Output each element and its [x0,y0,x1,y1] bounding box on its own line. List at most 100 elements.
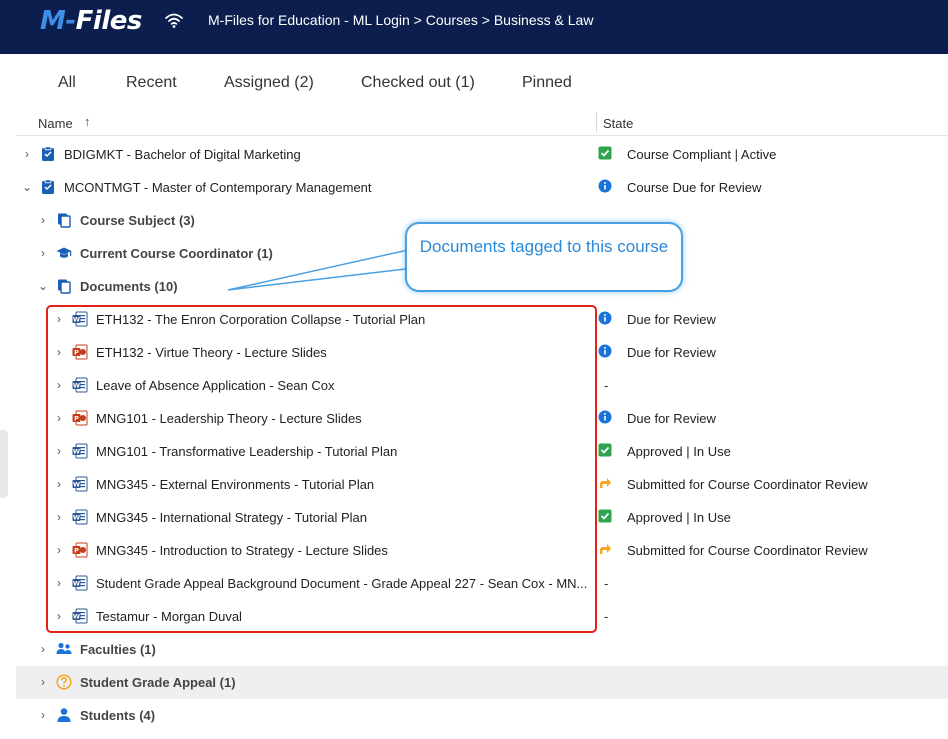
forward-arrow-icon [600,544,611,554]
chevron-down-icon[interactable]: ⌄ [21,180,33,194]
word-icon: W [72,509,88,525]
row-label: ETH132 - The Enron Corporation Collapse … [96,312,426,327]
chevron-down-icon[interactable]: ⌄ [37,279,49,293]
row-label: Students (4) [80,708,156,723]
svg-text:W: W [73,514,80,522]
chevron-right-icon[interactable]: › [37,675,49,689]
tree-row-mcontmgt[interactable]: ⌄ MCONTMGT - Master of Contemporary Mana… [16,171,948,204]
row-label: MNG345 - External Environments - Tutoria… [96,477,375,492]
chevron-right-icon[interactable]: › [37,708,49,722]
row-label: BDIGMKT - Bachelor of Digital Marketing [64,147,301,162]
tree-row-document[interactable]: › W Testamur - Morgan Duval - [16,600,948,633]
forward-arrow-icon [600,478,611,488]
row-state: Due for Review [627,411,716,426]
row-label: ETH132 - Virtue Theory - Lecture Slides [96,345,327,360]
row-label: Course Subject (3) [80,213,195,228]
wifi-icon [165,13,183,28]
tree-row-document[interactable]: › W MNG345 - External Environments - Tut… [16,468,948,501]
row-label: Faculties (1) [80,642,156,657]
powerpoint-icon: P [72,410,88,426]
info-icon [598,311,612,325]
m-files-logo[interactable]: M-Files [40,6,142,36]
breadcrumb[interactable]: M-Files for Education - ML Login > Cours… [208,12,593,28]
tree-row-document[interactable]: › W ETH132 - The Enron Corporation Colla… [16,303,948,336]
tree-row-document[interactable]: › W MNG101 - Transformative Leadership -… [16,435,948,468]
word-icon: W [72,311,88,327]
powerpoint-icon: P [72,344,88,360]
svg-text:W: W [73,382,80,390]
chevron-right-icon[interactable]: › [53,345,65,359]
row-state: Course Due for Review [627,180,762,195]
row-label: Documents (10) [80,279,178,294]
annotation-callout: Documents tagged to this course [405,222,683,292]
people-icon [56,642,72,654]
chevron-right-icon[interactable]: › [53,411,65,425]
tab-all[interactable]: All [58,74,76,92]
tree-row-bdigmkt[interactable]: › BDIGMKT - Bachelor of Digital Marketin… [16,138,948,171]
question-circle-icon [56,674,72,690]
chevron-right-icon[interactable]: › [53,378,65,392]
person-icon [57,708,71,722]
top-bar: M-Files M-Files for Education - ML Login… [0,0,948,54]
tree-row-document[interactable]: › P MNG101 - Leadership Theory - Lecture… [16,402,948,435]
svg-text:W: W [73,580,80,588]
row-label: MNG345 - International Strategy - Tutori… [96,510,367,525]
word-icon: W [72,575,88,591]
tree-row-document[interactable]: › P ETH132 - Virtue Theory - Lecture Sli… [16,336,948,369]
chevron-right-icon[interactable]: › [53,510,65,524]
graduation-cap-icon [56,247,72,258]
column-name-header[interactable]: Name [38,116,73,131]
tree-row-faculties[interactable]: › Faculties (1) [16,633,948,666]
tab-assigned[interactable]: Assigned (2) [224,74,314,92]
tree-row-document[interactable]: › W Leave of Absence Application - Sean … [16,369,948,402]
svg-text:W: W [73,448,80,456]
tree-row-students[interactable]: › Students (4) [16,699,948,732]
word-icon: W [72,476,88,492]
svg-text:P: P [74,349,79,357]
row-state: Submitted for Course Coordinator Review [627,477,868,492]
svg-text:W: W [73,316,80,324]
row-label: Leave of Absence Application - Sean Cox [96,378,335,393]
tree-row-document[interactable]: › W MNG345 - International Strategy - Tu… [16,501,948,534]
course-icon [42,179,54,194]
row-label: Testamur - Morgan Duval [96,609,242,624]
column-separator[interactable] [596,112,597,132]
column-state-header[interactable]: State [603,116,633,131]
svg-text:P: P [74,415,79,423]
word-icon: W [72,377,88,393]
info-icon [598,344,612,358]
copy-icon [58,279,71,294]
row-state: Approved | In Use [627,444,731,459]
chevron-right-icon[interactable]: › [53,576,65,590]
chevron-right-icon[interactable]: › [53,312,65,326]
tab-recent[interactable]: Recent [126,74,177,92]
row-state-empty: - [604,609,609,624]
row-state: Approved | In Use [627,510,731,525]
info-icon [598,410,612,424]
chevron-right-icon[interactable]: › [37,642,49,656]
chevron-right-icon[interactable]: › [53,444,65,458]
info-icon [598,179,612,193]
tree-row-document[interactable]: › P MNG345 - Introduction to Strategy - … [16,534,948,567]
row-state-empty: - [604,576,609,591]
sidebar-collapse-tab[interactable] [0,430,8,498]
check-icon [598,146,612,160]
row-state: Course Compliant | Active [627,147,777,162]
chevron-right-icon[interactable]: › [37,246,49,260]
svg-text:W: W [73,613,80,621]
tree-row-student-grade-appeal[interactable]: › Student Grade Appeal (1) [16,666,948,699]
tab-pinned[interactable]: Pinned [522,74,572,92]
word-icon: W [72,443,88,459]
chevron-right-icon[interactable]: › [37,213,49,227]
row-label: MCONTMGT - Master of Contemporary Manage… [64,180,372,195]
arrow-up-icon[interactable]: ↑ [84,114,91,129]
chevron-right-icon[interactable]: › [53,543,65,557]
chevron-right-icon[interactable]: › [53,477,65,491]
chevron-right-icon[interactable]: › [21,147,33,161]
row-state-empty: - [604,378,609,393]
tab-checked-out[interactable]: Checked out (1) [361,74,475,92]
view-tabs: All Recent Assigned (2) Checked out (1) … [0,70,948,98]
tree-row-document[interactable]: › W Student Grade Appeal Background Docu… [16,567,948,600]
powerpoint-icon: P [72,542,88,558]
chevron-right-icon[interactable]: › [53,609,65,623]
